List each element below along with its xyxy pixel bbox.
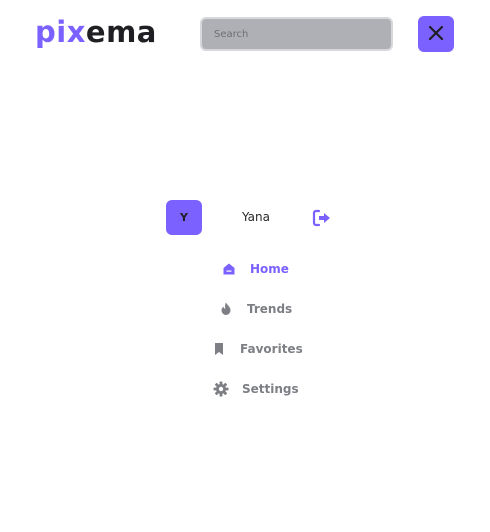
menu-item-favorites[interactable]: Favorites (211, 341, 303, 357)
close-menu-button[interactable] (418, 16, 454, 52)
menu-item-label: Favorites (240, 342, 303, 356)
avatar[interactable]: Y (166, 200, 202, 235)
mobile-menu-page: pixema Y Yana Home (0, 0, 490, 532)
gear-icon (213, 381, 229, 397)
menu-item-home[interactable]: Home (221, 261, 289, 277)
menu-item-settings[interactable]: Settings (213, 381, 299, 397)
pixema-logo[interactable]: pixema (35, 15, 157, 49)
search-input[interactable] (200, 17, 393, 51)
logo-text-pix: pix (35, 15, 86, 49)
logo-text-ema: ema (85, 15, 157, 49)
menu-item-trends[interactable]: Trends (218, 301, 292, 317)
bookmark-icon (211, 341, 227, 357)
user-name: Yana (242, 210, 270, 224)
menu-item-label: Trends (247, 302, 293, 316)
user-profile: Y Yana (166, 200, 336, 236)
flame-icon (218, 301, 234, 317)
close-icon (428, 25, 444, 43)
menu-item-label: Home (250, 262, 289, 276)
home-icon (221, 261, 237, 277)
menu-item-label: Settings (242, 382, 299, 396)
logout-icon[interactable] (311, 208, 333, 228)
